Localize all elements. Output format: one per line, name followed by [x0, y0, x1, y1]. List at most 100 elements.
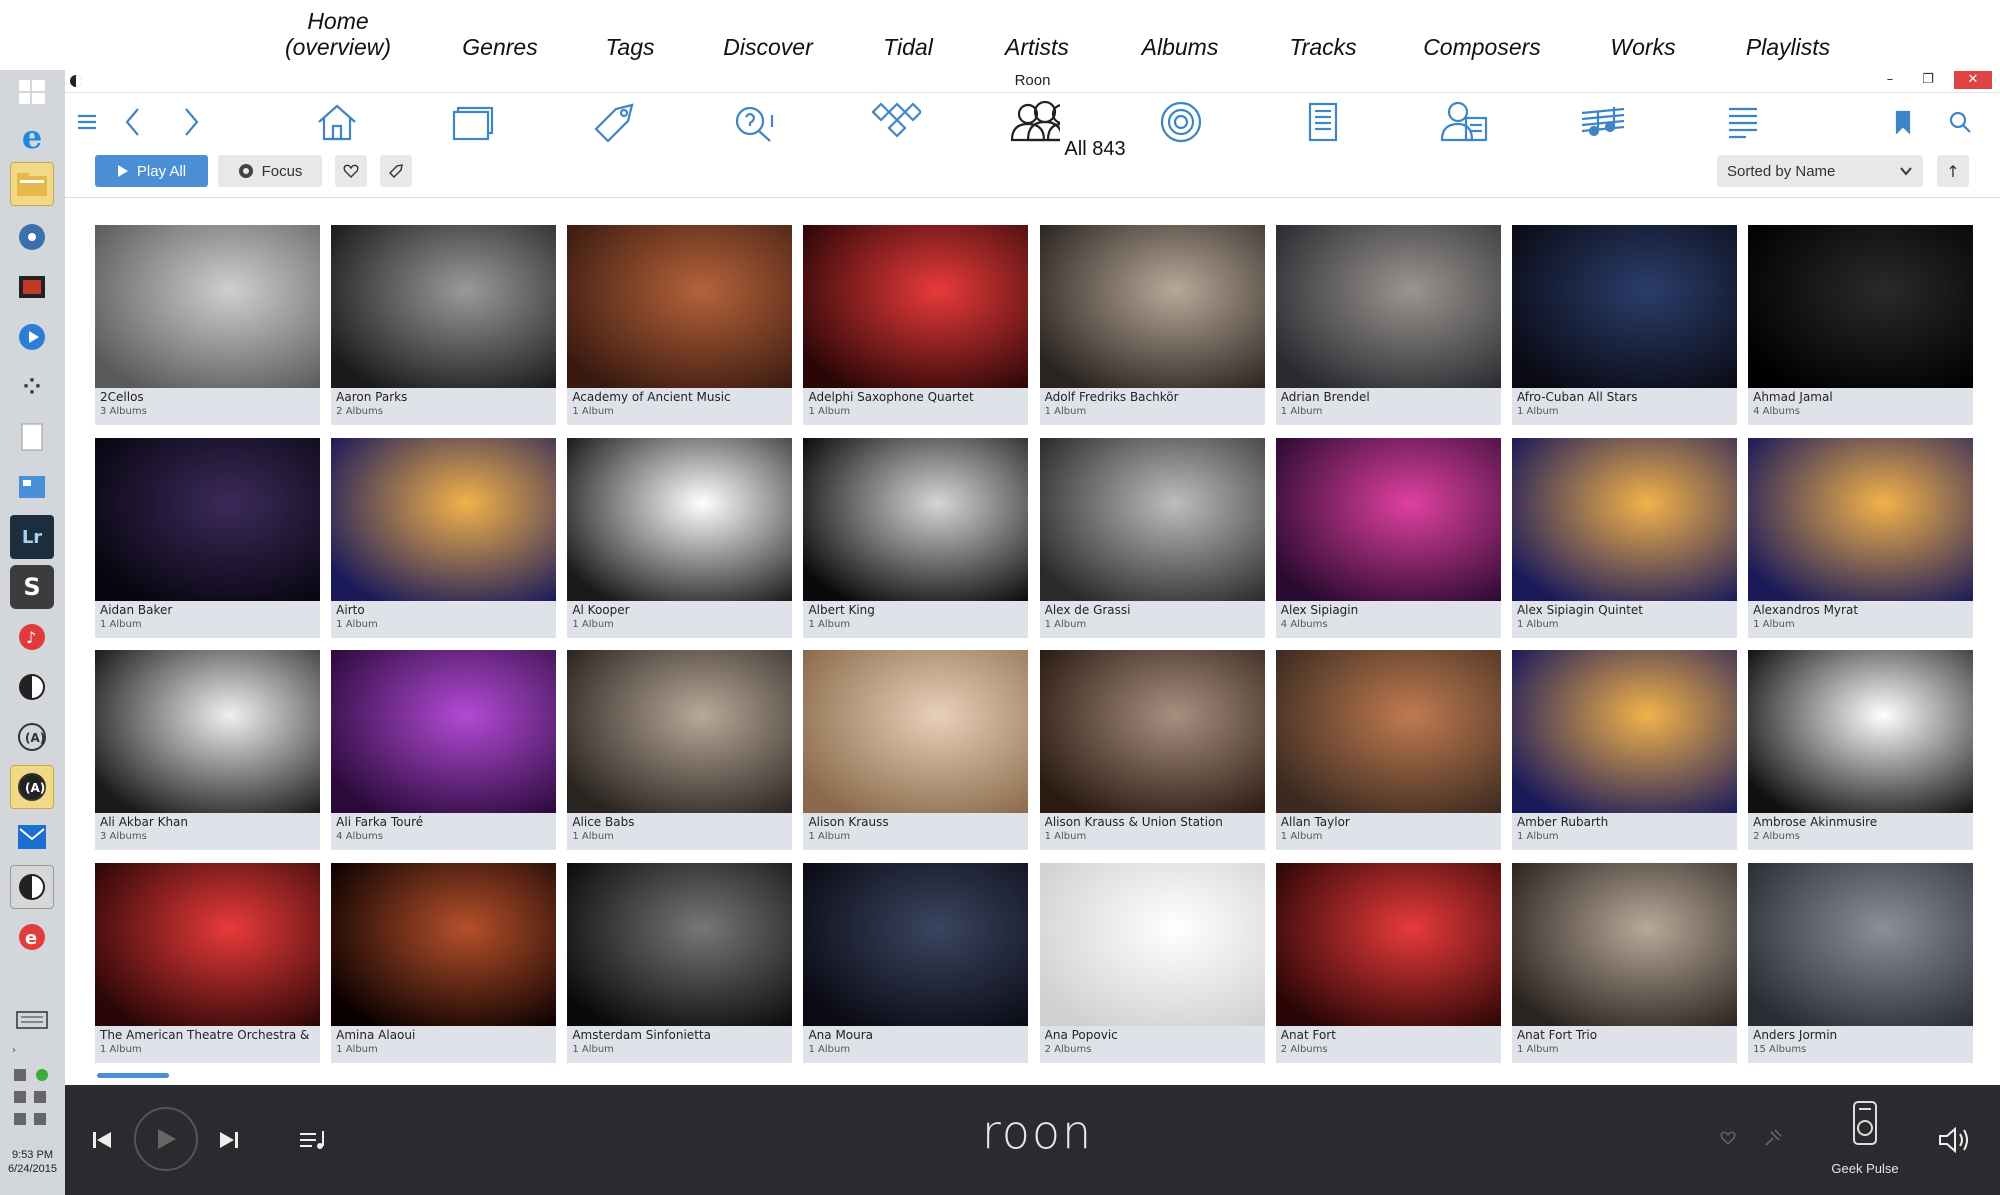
- artist-photo[interactable]: [95, 862, 320, 1026]
- artist-photo[interactable]: [803, 225, 1029, 388]
- playlists-icon[interactable]: [1717, 99, 1769, 145]
- artist-photo[interactable]: [567, 225, 793, 388]
- artist-name[interactable]: Albert King: [808, 603, 1023, 617]
- home-icon[interactable]: [311, 99, 363, 145]
- play-all-button[interactable]: Play All: [95, 155, 208, 187]
- media-player-icon[interactable]: [10, 215, 54, 259]
- artist-card[interactable]: Ali Akbar Khan 3 Albums: [95, 650, 320, 851]
- tag-filter-button[interactable]: [380, 155, 412, 187]
- artist-photo[interactable]: [567, 437, 793, 601]
- control-panel-icon[interactable]: [10, 465, 54, 509]
- artist-name[interactable]: Ahmad Jamal: [1753, 390, 1968, 404]
- mail-icon[interactable]: [10, 815, 54, 859]
- artist-name[interactable]: Adelphi Saxophone Quartet: [808, 390, 1023, 404]
- document-icon[interactable]: [10, 415, 54, 459]
- genres-icon[interactable]: [448, 99, 500, 145]
- favorite-heart-icon[interactable]: [1715, 1125, 1741, 1151]
- artist-name[interactable]: Alison Krauss & Union Station: [1045, 815, 1260, 829]
- artist-card[interactable]: Anat Fort 2 Albums: [1275, 862, 1501, 1063]
- artist-name[interactable]: Amsterdam Sinfonietta: [572, 1028, 787, 1042]
- queue-icon[interactable]: [295, 1123, 329, 1157]
- artist-card[interactable]: Anders Jormin 15 Albums: [1748, 862, 1974, 1063]
- albums-icon[interactable]: [1155, 99, 1207, 145]
- artist-card[interactable]: Alice Babs 1 Album: [567, 650, 793, 851]
- artist-name[interactable]: Anat Fort: [1281, 1028, 1496, 1042]
- artist-photo[interactable]: [1039, 437, 1265, 601]
- artist-photo[interactable]: [331, 225, 557, 388]
- artist-card[interactable]: The American Theatre Orchestra & 1 Album: [95, 862, 320, 1063]
- artist-card[interactable]: Adolf Fredriks Bachkör 1 Album: [1039, 225, 1265, 425]
- artist-photo[interactable]: [1275, 437, 1501, 601]
- artist-photo[interactable]: [1039, 862, 1265, 1026]
- artist-name[interactable]: Alex Sipiagin Quintet: [1517, 603, 1732, 617]
- artist-card[interactable]: Aidan Baker 1 Album: [95, 437, 320, 638]
- artist-card[interactable]: Afro-Cuban All Stars 1 Album: [1511, 225, 1737, 425]
- radio-link-icon[interactable]: [1760, 1125, 1786, 1151]
- forward-icon[interactable]: [165, 99, 217, 145]
- artist-card[interactable]: Ana Popovic 2 Albums: [1039, 862, 1265, 1063]
- artist-card[interactable]: Adelphi Saxophone Quartet 1 Album: [803, 225, 1029, 425]
- artist-name[interactable]: Alex de Grassi: [1045, 603, 1260, 617]
- artist-card[interactable]: Academy of Ancient Music 1 Album: [567, 225, 793, 425]
- artist-card[interactable]: Alison Krauss & Union Station 1 Album: [1039, 650, 1265, 851]
- artist-photo[interactable]: [1275, 650, 1501, 814]
- artist-photo[interactable]: [1511, 650, 1737, 814]
- artist-name[interactable]: Anders Jormin: [1753, 1028, 1968, 1042]
- artist-name[interactable]: Adrian Brendel: [1281, 390, 1496, 404]
- artist-name[interactable]: Adolf Fredriks Bachkör: [1045, 390, 1260, 404]
- artist-photo[interactable]: [1039, 225, 1265, 388]
- artist-name[interactable]: Amber Rubarth: [1517, 815, 1732, 829]
- artist-card[interactable]: Alexandros Myrat 1 Album: [1748, 437, 1974, 638]
- artist-name[interactable]: Aaron Parks: [336, 390, 551, 404]
- artist-name[interactable]: Ana Popovic: [1045, 1028, 1260, 1042]
- artist-photo[interactable]: [331, 650, 557, 814]
- bookmark-icon[interactable]: [1877, 99, 1929, 145]
- artist-name[interactable]: Alison Krauss: [808, 815, 1023, 829]
- artist-photo[interactable]: [1748, 225, 1974, 388]
- artist-card[interactable]: Alex de Grassi 1 Album: [1039, 437, 1265, 638]
- audio-app-active-icon[interactable]: (A): [10, 765, 54, 809]
- artist-photo[interactable]: [803, 650, 1029, 814]
- artist-photo[interactable]: [803, 437, 1029, 601]
- itunes-icon[interactable]: ♪: [10, 615, 54, 659]
- artist-name[interactable]: Anat Fort Trio: [1517, 1028, 1732, 1042]
- internet-explorer-icon[interactable]: e: [10, 115, 54, 159]
- artist-card[interactable]: Alex Sipiagin 4 Albums: [1275, 437, 1501, 638]
- sort-direction-button[interactable]: ↑: [1937, 155, 1969, 187]
- artist-photo[interactable]: [1511, 862, 1737, 1026]
- artist-name[interactable]: Ali Farka Touré: [336, 815, 551, 829]
- artist-card[interactable]: Ahmad Jamal 4 Albums: [1748, 225, 1974, 425]
- artist-card[interactable]: Airto 1 Album: [331, 437, 557, 638]
- menu-icon[interactable]: [61, 99, 113, 145]
- artist-photo[interactable]: [803, 862, 1029, 1026]
- artist-name[interactable]: Ambrose Akinmusire: [1753, 815, 1968, 829]
- artist-photo[interactable]: [1748, 862, 1974, 1026]
- artist-name[interactable]: Airto: [336, 603, 551, 617]
- zone-name[interactable]: Geek Pulse: [1805, 1161, 1925, 1176]
- artist-photo[interactable]: [1511, 437, 1737, 601]
- works-icon[interactable]: [1577, 99, 1629, 145]
- artist-card[interactable]: Amina Alaoui 1 Album: [331, 862, 557, 1063]
- artist-name[interactable]: Amina Alaoui: [336, 1028, 551, 1042]
- artist-name[interactable]: Alex Sipiagin: [1281, 603, 1496, 617]
- discover-icon[interactable]: [729, 99, 781, 145]
- artist-card[interactable]: Amsterdam Sinfonietta 1 Album: [567, 862, 793, 1063]
- focus-button[interactable]: Focus: [218, 155, 322, 187]
- composers-icon[interactable]: [1438, 99, 1490, 145]
- artist-card[interactable]: Albert King 1 Album: [803, 437, 1029, 638]
- file-explorer-icon[interactable]: [10, 162, 54, 206]
- search-icon[interactable]: [1934, 99, 1986, 145]
- windows-start-icon[interactable]: [10, 70, 54, 114]
- next-track-icon[interactable]: [212, 1123, 246, 1157]
- play-button[interactable]: [134, 1107, 198, 1171]
- artist-photo[interactable]: [331, 437, 557, 601]
- artist-name[interactable]: Academy of Ancient Music: [572, 390, 787, 404]
- artist-card[interactable]: Aaron Parks 2 Albums: [331, 225, 557, 425]
- artist-card[interactable]: Alex Sipiagin Quintet 1 Album: [1511, 437, 1737, 638]
- previous-track-icon[interactable]: [85, 1123, 119, 1157]
- video-app-icon[interactable]: [10, 265, 54, 309]
- artist-photo[interactable]: [95, 225, 320, 388]
- artist-photo[interactable]: [95, 437, 320, 601]
- artist-card[interactable]: 2Cellos 3 Albums: [95, 225, 320, 425]
- tracks-icon[interactable]: [1297, 99, 1349, 145]
